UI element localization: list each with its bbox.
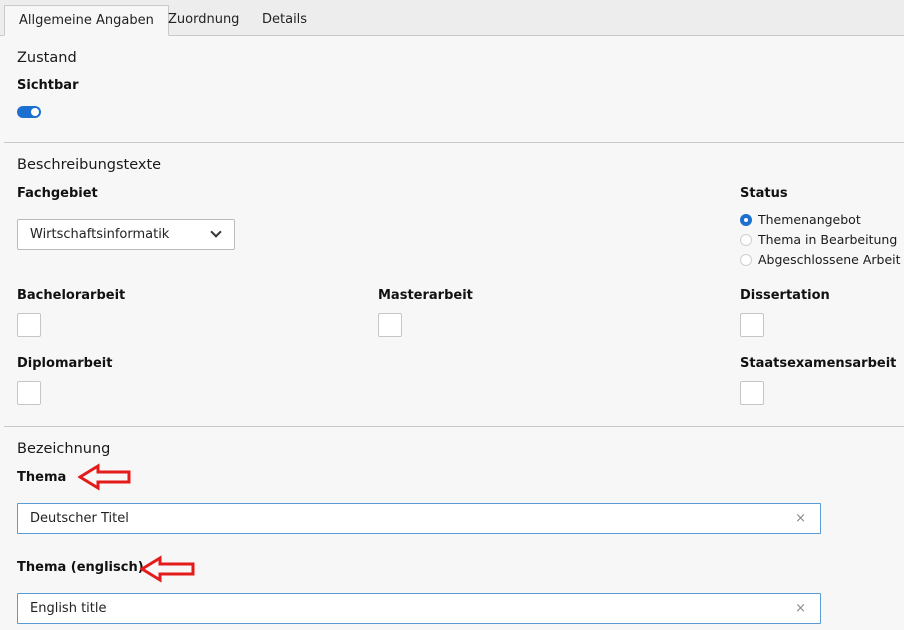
radio-button[interactable] [740,234,752,246]
thema-input[interactable] [30,504,770,533]
thema-englisch-input[interactable] [30,594,770,623]
thema-input-field[interactable]: × [17,503,821,534]
status-radio-themenangebot[interactable]: Themenangebot [740,211,900,229]
dissertation-label: Dissertation [740,288,830,303]
tab-bar: Allgemeine Angaben Zuordnung Details [0,0,904,36]
masterarbeit-label: Masterarbeit [378,288,473,303]
masterarbeit-checkbox[interactable] [378,313,402,337]
tab-allgemeine-angaben[interactable]: Allgemeine Angaben [4,5,169,36]
radio-button[interactable] [740,254,752,266]
staatsexamensarbeit-label: Staatsexamensarbeit [740,356,897,371]
radio-label: Thema in Bearbeitung [758,232,898,247]
radio-button[interactable] [740,214,752,226]
tab-details[interactable]: Details [248,5,321,36]
toggle-knob [31,108,39,116]
fachgebiet-select[interactable]: Wirtschaftsinformatik [17,219,235,250]
sichtbar-label: Sichtbar [17,78,79,93]
radio-label: Themenangebot [758,212,861,227]
status-radio-in-bearbeitung[interactable]: Thema in Bearbeitung [740,231,900,249]
section-title-bezeichnung: Bezeichnung [17,441,111,457]
diplomarbeit-label: Diplomarbeit [17,356,113,371]
radio-label: Abgeschlossene Arbeit [758,252,901,267]
arrow-left-icon [140,555,195,583]
diplomarbeit-checkbox[interactable] [17,381,41,405]
sichtbar-toggle[interactable] [17,106,41,118]
status-radio-abgeschlossen[interactable]: Abgeschlossene Arbeit [740,251,901,269]
close-icon[interactable]: × [795,601,806,616]
bachelorarbeit-label: Bachelorarbeit [17,288,126,303]
status-label: Status [740,186,788,201]
chevron-down-icon [210,226,222,238]
fachgebiet-selected-value: Wirtschaftsinformatik [30,227,170,242]
thema-englisch-label: Thema (englisch) [17,560,144,575]
bachelorarbeit-checkbox[interactable] [17,313,41,337]
close-icon[interactable]: × [795,511,806,526]
section-title-beschreibungstexte: Beschreibungstexte [17,157,162,173]
fachgebiet-label: Fachgebiet [17,186,98,201]
thema-englisch-input-field[interactable]: × [17,593,821,624]
section-divider [4,142,904,143]
dissertation-checkbox[interactable] [740,313,764,337]
section-title-zustand: Zustand [17,50,77,66]
staatsexamensarbeit-checkbox[interactable] [740,381,764,405]
section-divider [4,426,904,427]
thema-label: Thema [17,470,67,485]
arrow-left-icon [78,463,131,491]
tab-zuordnung[interactable]: Zuordnung [154,5,253,36]
